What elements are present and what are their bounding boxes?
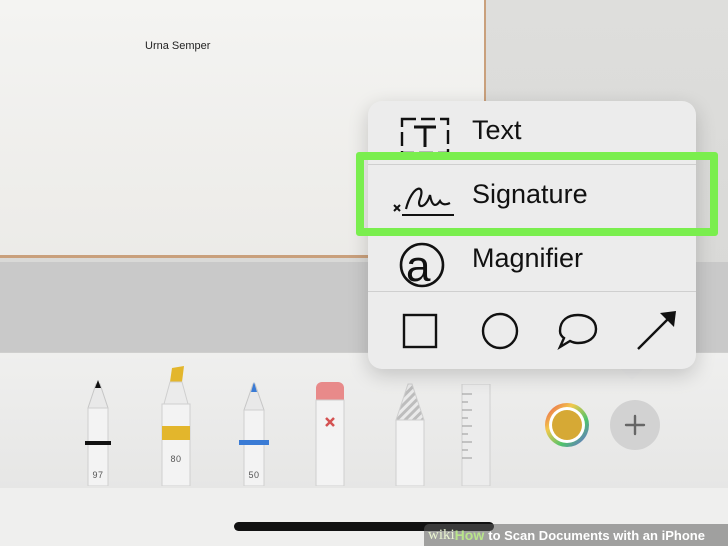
menu-item-text-label: Text [472, 115, 522, 145]
menu-divider [368, 291, 696, 292]
svg-text:a: a [406, 242, 431, 291]
article-title: to Scan Documents with an iPhone [488, 527, 705, 543]
magnifier-icon: a [399, 242, 445, 291]
speech-bubble-shape-button[interactable] [546, 307, 610, 362]
wiki-logo-text: wiki [428, 526, 455, 543]
highlighter-size-label: 80 [170, 454, 182, 464]
eraser-icon [315, 382, 345, 486]
ruler-tool[interactable] [460, 384, 492, 486]
circle-shape-button[interactable] [468, 307, 532, 362]
arrow-shape-icon [637, 311, 676, 350]
square-shape-icon [402, 313, 438, 349]
ruler-icon [461, 384, 491, 486]
add-markup-button[interactable] [610, 400, 660, 450]
color-wheel-icon [545, 403, 589, 447]
square-shape-button[interactable] [388, 307, 452, 362]
lasso-icon [395, 383, 425, 486]
document-signer-name: Urna Semper [145, 40, 211, 52]
color-picker-button[interactable] [543, 401, 591, 449]
arrow-shape-button[interactable] [626, 303, 690, 362]
signature-highlight-box [356, 152, 718, 236]
menu-item-magnifier[interactable]: a Magnifier [368, 229, 696, 291]
highlighter-tool[interactable]: 80 [158, 364, 194, 486]
how-logo-text: How [454, 527, 485, 543]
pen-size-label: 97 [92, 470, 104, 480]
plus-icon [624, 414, 646, 436]
lasso-tool[interactable] [392, 380, 428, 486]
shape-row [368, 293, 696, 367]
wikihow-footer: wiki How to Scan Documents with an iPhon… [424, 524, 728, 546]
eraser-tool[interactable] [312, 380, 348, 486]
text-box-icon [400, 117, 450, 155]
pencil-size-label: 50 [248, 470, 260, 480]
pen-tool[interactable]: 97 [80, 378, 116, 486]
highlighter-icon [161, 366, 191, 486]
speech-bubble-shape-icon [557, 313, 598, 350]
menu-item-magnifier-label: Magnifier [472, 243, 584, 273]
pencil-tool[interactable]: 50 [236, 380, 272, 486]
circle-shape-icon [481, 312, 519, 350]
